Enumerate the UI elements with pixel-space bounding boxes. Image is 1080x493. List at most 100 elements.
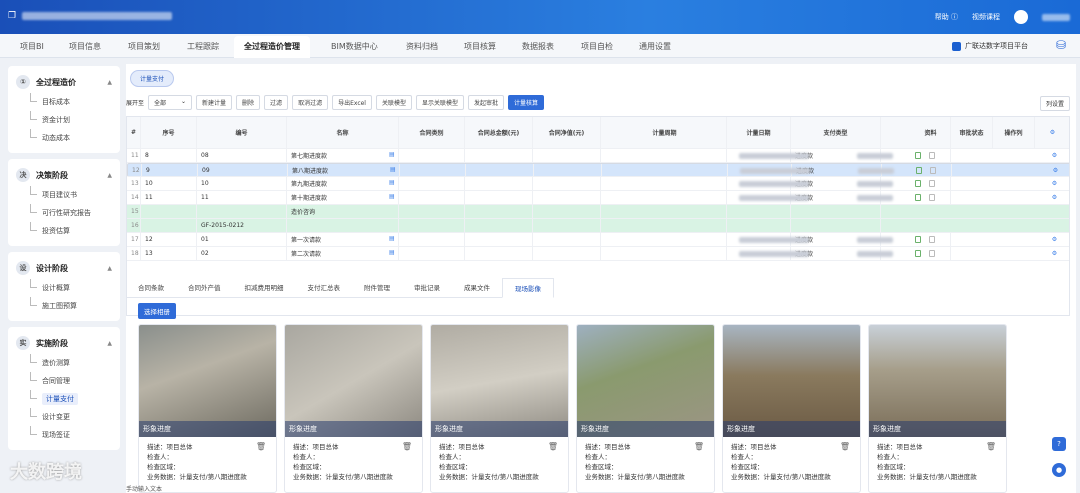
- tab-8[interactable]: 数据报表: [522, 41, 554, 52]
- table-row[interactable]: 171201第一次请款进度款⚙▤: [127, 233, 1069, 247]
- subtab-5[interactable]: 审批记录: [402, 278, 452, 298]
- tab-1[interactable]: 项目信息: [69, 41, 101, 52]
- tab-9[interactable]: 项目自检: [581, 41, 613, 52]
- photo-card[interactable]: 形象进度 描述：项目总体 检查人： 检查区域： 业务数据：计量支付/第八期进度款 🗑: [722, 324, 861, 493]
- attachment-cell[interactable]: [911, 247, 951, 260]
- subtab-2[interactable]: 扣减费用明细: [232, 278, 296, 298]
- toolbar-button-2[interactable]: 过滤: [264, 95, 289, 110]
- table-row[interactable]: 181302第二次请款进度款⚙▤: [127, 247, 1069, 261]
- chevron-up-icon[interactable]: ▲: [107, 265, 112, 272]
- tab-4[interactable]: 全过程造价管理: [234, 36, 310, 58]
- sidebar-item[interactable]: 资金计划: [8, 111, 120, 129]
- file-icon[interactable]: [915, 250, 921, 257]
- image-icon[interactable]: [929, 180, 935, 187]
- toolbar-button-5[interactable]: 关联模型: [375, 95, 412, 110]
- sidebar-group-header[interactable]: 实实施阶段 ▲: [8, 332, 120, 354]
- subtab-0[interactable]: 合同条款: [126, 278, 176, 298]
- image-icon[interactable]: [930, 166, 936, 174]
- file-icon[interactable]: [915, 236, 921, 243]
- trash-icon[interactable]: 🗑: [694, 442, 704, 451]
- sidebar-item[interactable]: 计量支付: [8, 390, 120, 408]
- tab-2[interactable]: 项目策划: [128, 41, 160, 52]
- avatar[interactable]: [1014, 10, 1028, 24]
- row-settings-icon[interactable]: ⚙: [1035, 191, 1069, 204]
- table-settings-icon[interactable]: ⚙: [1035, 117, 1069, 148]
- sidebar-item[interactable]: 合同管理: [8, 372, 120, 390]
- tab-payment[interactable]: 计量支付: [130, 70, 175, 87]
- file-icon[interactable]: [916, 166, 922, 174]
- sidebar-item[interactable]: 设计概算: [8, 279, 120, 297]
- sidebar-item[interactable]: 动态成本: [8, 129, 120, 147]
- image-icon[interactable]: [929, 250, 935, 257]
- attachment-cell[interactable]: [912, 164, 952, 176]
- sidebar-item[interactable]: 目标成本: [8, 93, 120, 111]
- sidebar-item[interactable]: 投资估算: [8, 222, 120, 240]
- calc-button[interactable]: 计量核算: [508, 95, 545, 110]
- toolbar-button-0[interactable]: 新建计量: [196, 95, 233, 110]
- table-row[interactable]: 12909第八期进度款进度款⚙▤: [127, 163, 1069, 177]
- sidebar-group-header[interactable]: ① 全过程造价 ▲: [8, 71, 120, 93]
- chevron-up-icon[interactable]: ▲: [107, 172, 112, 179]
- video-course-link[interactable]: 视频课程: [972, 12, 1000, 22]
- toolbar-button-7[interactable]: 发起审批: [468, 95, 505, 110]
- edit-icon[interactable]: ▤: [389, 179, 395, 186]
- trash-icon[interactable]: 🗑: [548, 442, 558, 451]
- photo-card[interactable]: 形象进度 描述：项目总体 检查人： 检查区域： 业务数据：计量支付/第八期进度款 🗑: [430, 324, 569, 493]
- table-row[interactable]: 131010第九期进度款进度款⚙▤: [127, 177, 1069, 191]
- photo-card[interactable]: 形象进度 描述：项目总体 检查人： 检查区域： 业务数据：计量支付/第八期进度款 🗑: [576, 324, 715, 493]
- file-icon[interactable]: [915, 180, 921, 187]
- toolbar-button-6[interactable]: 显示关联模型: [416, 95, 465, 110]
- attachment-cell[interactable]: [911, 233, 951, 246]
- expand-select[interactable]: 全部 ⌄: [148, 95, 193, 110]
- sidebar-item[interactable]: 造价测算: [8, 354, 120, 372]
- image-icon[interactable]: [929, 236, 935, 243]
- tab-5[interactable]: BIM数据中心: [331, 41, 378, 52]
- subtab-6[interactable]: 成果文件: [452, 278, 502, 298]
- project-selector[interactable]: ❐: [8, 11, 173, 21]
- sidebar-item[interactable]: 施工图预算: [8, 297, 120, 315]
- sidebar-item[interactable]: 设计变更: [8, 408, 120, 426]
- sidebar-item[interactable]: 可行性研究报告: [8, 204, 120, 222]
- subtab-4[interactable]: 附件管理: [352, 278, 402, 298]
- row-settings-icon[interactable]: ⚙: [1035, 247, 1069, 260]
- location-float-button[interactable]: ●: [1052, 463, 1066, 477]
- attachment-cell[interactable]: [911, 191, 951, 204]
- tab-6[interactable]: 资料归档: [406, 41, 438, 52]
- row-settings-icon[interactable]: ⚙: [1035, 233, 1069, 246]
- tab-0[interactable]: 项目BI: [20, 41, 44, 52]
- column-settings-button[interactable]: 列设置: [1039, 96, 1070, 111]
- table-row[interactable]: 16 GF-2015-0212: [127, 219, 1069, 233]
- trash-icon[interactable]: 🗑: [256, 442, 266, 451]
- edit-icon[interactable]: ▤: [389, 235, 395, 242]
- image-icon[interactable]: [929, 152, 935, 159]
- edit-icon[interactable]: ▤: [389, 193, 395, 200]
- subtab-1[interactable]: 合同外产值: [176, 278, 233, 298]
- photo-card[interactable]: 形象进度 描述：项目总体 检查人： 检查区域： 业务数据：计量支付/第八期进度款 🗑: [284, 324, 423, 493]
- sidebar-group-header[interactable]: 设设计阶段 ▲: [8, 257, 120, 279]
- table-row[interactable]: 11808第七期进度款进度款⚙▤: [127, 149, 1069, 163]
- photo-card[interactable]: 形象进度 描述：项目总体 检查人： 检查区域： 业务数据：计量支付/第八期进度款 🗑: [868, 324, 1007, 493]
- save-icon[interactable]: ⛁: [1056, 38, 1066, 52]
- toolbar-button-3[interactable]: 取消过滤: [292, 95, 329, 110]
- row-settings-icon[interactable]: ⚙: [1035, 177, 1069, 190]
- tab-7[interactable]: 项目核算: [464, 41, 496, 52]
- sidebar-item[interactable]: 现场签证: [8, 426, 120, 444]
- toolbar-button-1[interactable]: 删除: [236, 95, 261, 110]
- subtab-7[interactable]: 现场影像: [502, 278, 554, 298]
- row-settings-icon[interactable]: ⚙: [1036, 164, 1069, 176]
- help-float-button[interactable]: ?: [1052, 437, 1066, 451]
- image-icon[interactable]: [929, 194, 935, 201]
- table-row[interactable]: 15 造价咨询: [127, 205, 1069, 219]
- edit-icon[interactable]: ▤: [389, 151, 395, 158]
- photo-card[interactable]: 形象进度 描述：项目总体 检查人： 检查区域： 业务数据：计量支付/第八期进度款 🗑: [138, 324, 277, 493]
- file-icon[interactable]: [915, 194, 921, 201]
- help-link[interactable]: 帮助 ⓘ: [935, 12, 958, 22]
- toolbar-button-4[interactable]: 导出Excel: [332, 95, 372, 110]
- trash-icon[interactable]: 🗑: [986, 442, 996, 451]
- sidebar-item[interactable]: 项目建议书: [8, 186, 120, 204]
- tab-10[interactable]: 通用设置: [639, 41, 671, 52]
- trash-icon[interactable]: 🗑: [840, 442, 850, 451]
- trash-icon[interactable]: 🗑: [402, 442, 412, 451]
- row-settings-icon[interactable]: ⚙: [1035, 149, 1069, 162]
- file-icon[interactable]: [915, 152, 921, 159]
